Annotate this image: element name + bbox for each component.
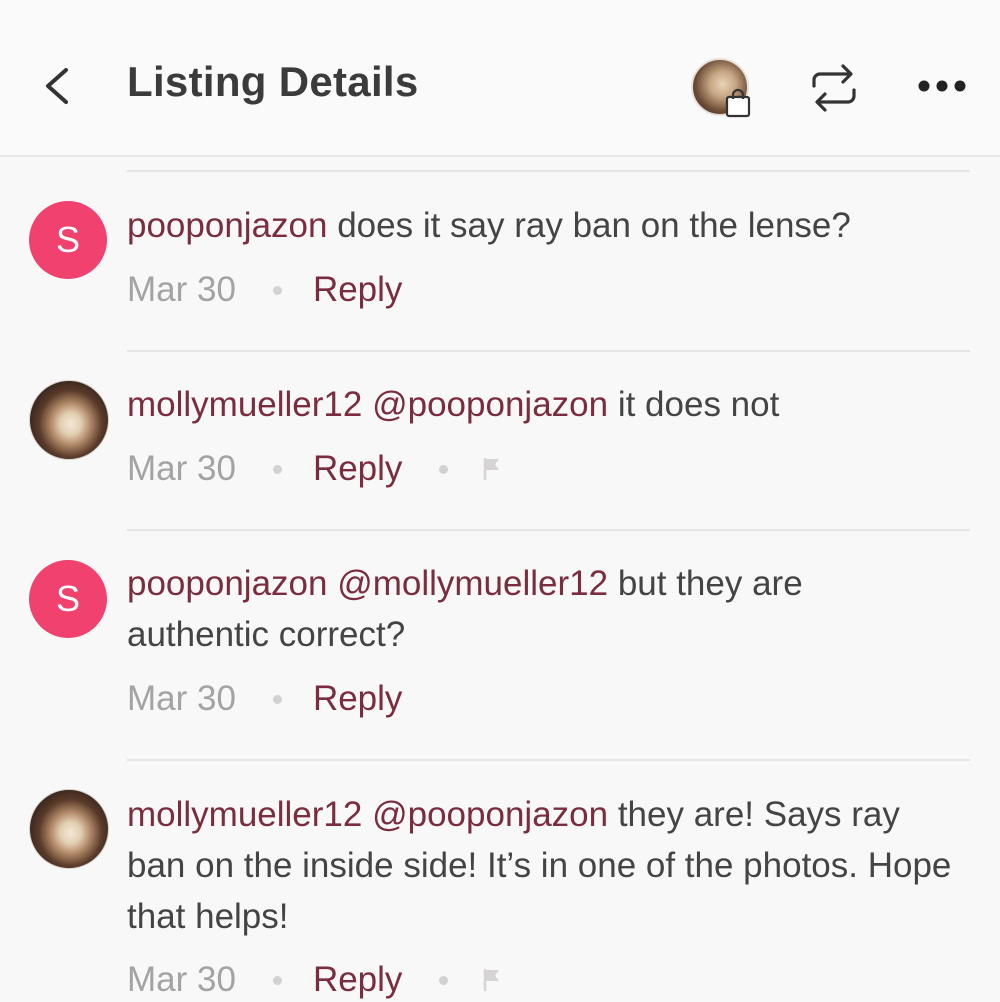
user-avatar[interactable] (29, 380, 109, 460)
comment-text: pooponjazon does it say ray ban on the l… (127, 200, 957, 251)
repeat-share-icon[interactable] (808, 60, 860, 116)
comment-mention[interactable]: @pooponjazon (362, 795, 608, 834)
separator-dot (439, 975, 449, 985)
comment-divider (127, 170, 970, 172)
comment-divider (127, 529, 970, 531)
reply-button[interactable]: Reply (313, 270, 402, 310)
comment-text: pooponjazon @mollymueller12 but they are… (127, 558, 887, 660)
comment-divider (127, 350, 970, 352)
closet-avatar-icon[interactable] (691, 58, 753, 120)
separator-dot (272, 464, 282, 474)
comment-username[interactable]: pooponjazon (127, 206, 327, 245)
comment-meta: Mar 30 Reply (127, 447, 502, 491)
chevron-left-icon[interactable] (38, 62, 78, 110)
comment-text: mollymueller12 @pooponjazon they are! Sa… (127, 789, 967, 942)
reply-button[interactable]: Reply (313, 679, 402, 719)
shopping-bag-icon (725, 88, 751, 118)
user-avatar[interactable]: S (29, 560, 107, 638)
comment-body: it does not (608, 385, 780, 424)
comment-divider (127, 759, 970, 761)
avatar-letter: S (55, 578, 80, 619)
reply-button[interactable]: Reply (313, 449, 402, 489)
comment-date: Mar 30 (127, 679, 236, 718)
comment-mention[interactable]: @mollymueller12 (327, 564, 608, 603)
more-horizontal-icon[interactable] (917, 78, 967, 94)
comment-mention[interactable]: @pooponjazon (362, 385, 608, 424)
comment-text: mollymueller12 @pooponjazon it does not (127, 379, 957, 430)
comment-date: Mar 30 (127, 960, 236, 999)
comment-date: Mar 30 (127, 270, 236, 309)
flag-icon[interactable] (482, 967, 502, 993)
user-avatar[interactable] (29, 789, 109, 869)
reply-button[interactable]: Reply (313, 960, 402, 1000)
comment-username[interactable]: pooponjazon (127, 564, 327, 603)
separator-dot (272, 694, 282, 704)
user-avatar[interactable]: S (29, 201, 107, 279)
top-bar: Listing Details (0, 0, 1000, 157)
comment-username[interactable]: mollymueller12 (127, 385, 362, 424)
separator-dot (272, 975, 282, 985)
comment-meta: Mar 30 Reply (127, 268, 402, 312)
comment-meta: Mar 30 Reply (127, 958, 502, 1002)
separator-dot (272, 285, 282, 295)
comment-username[interactable]: mollymueller12 (127, 795, 362, 834)
flag-icon[interactable] (482, 456, 502, 482)
comment-meta: Mar 30 Reply (127, 677, 402, 721)
avatar-letter: S (55, 219, 80, 260)
page-title: Listing Details (127, 58, 419, 105)
comment-date: Mar 30 (127, 449, 236, 488)
comment-body: does it say ray ban on the lense? (327, 206, 851, 245)
separator-dot (439, 464, 449, 474)
